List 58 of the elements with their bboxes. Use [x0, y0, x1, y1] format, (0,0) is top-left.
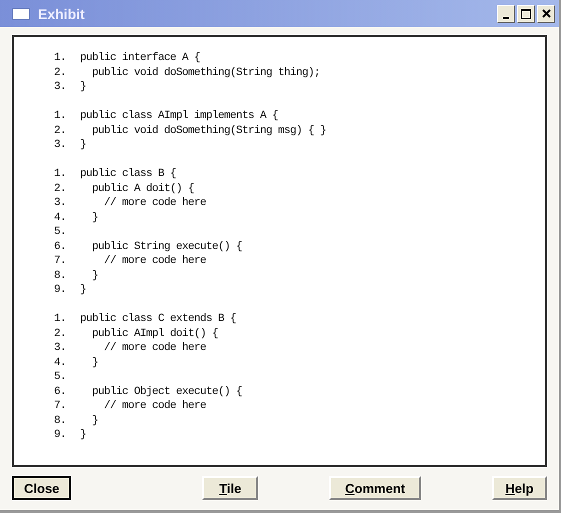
line-number: 1. [54, 312, 68, 326]
code-line: public Object execute() { [91, 384, 242, 399]
line-number: 2. [54, 66, 68, 80]
line-number: 2. [54, 182, 68, 196]
close-button[interactable] [537, 4, 555, 22]
code-line: public void doSomething(String msg) { } [91, 124, 326, 138]
line-number: 8. [54, 414, 68, 428]
line-number: 3. [54, 138, 68, 152]
line-number: 6. [54, 384, 68, 399]
code-line: } [91, 210, 98, 225]
close-icon [542, 9, 550, 18]
line-number: 3. [54, 341, 68, 356]
maximize-icon [521, 8, 531, 18]
code-line: // more code here [103, 196, 206, 210]
window-title: Exhibit [38, 6, 86, 22]
line-number: 7. [54, 254, 68, 268]
code-line: } [80, 428, 86, 442]
dialog-button[interactable]: Tile [202, 476, 258, 500]
dialog-button[interactable]: Help [492, 476, 547, 500]
line-number: 4. [54, 356, 68, 370]
window-icon [12, 8, 30, 20]
code-line: public class C extends B { [80, 312, 236, 326]
dialog-button[interactable]: Comment [329, 476, 422, 500]
line-number: 1. [54, 109, 68, 124]
line-number: 2. [54, 124, 68, 138]
minimize-icon [503, 16, 509, 18]
code-line: } [80, 283, 86, 298]
line-number: 1. [54, 51, 68, 66]
code-line: public AImpl doit() { [91, 326, 218, 341]
line-number: 9. [54, 283, 68, 298]
line-number: 1. [54, 167, 68, 182]
line-number: 7. [54, 399, 68, 414]
line-number: 5. [54, 225, 68, 240]
line-number: 3. [54, 196, 68, 210]
code-line: public String execute() { [91, 240, 242, 254]
dialog-button[interactable]: Close [12, 476, 72, 500]
code-line: } [91, 356, 98, 370]
code-line: // more code here [103, 399, 206, 414]
code-line: } [80, 138, 86, 152]
code-line: } [80, 80, 86, 94]
minimize-button[interactable] [497, 4, 515, 22]
line-number: 4. [54, 210, 68, 225]
line-number: 5. [54, 370, 68, 384]
maximize-button[interactable] [517, 4, 535, 22]
code-line: public class B { [80, 167, 176, 182]
code-line: // more code here [103, 254, 206, 268]
line-number: 6. [54, 240, 68, 254]
code-line: public void doSomething(String thing); [91, 66, 320, 80]
code-line: // more code here [103, 341, 206, 356]
line-number: 8. [54, 268, 68, 283]
code-line: public interface A { [80, 51, 200, 66]
code-line: } [91, 414, 98, 428]
code-line: public A doit() { [91, 182, 194, 196]
line-number: 3. [54, 80, 68, 94]
code-line: public class AImpl implements A { [80, 109, 278, 124]
code-line: } [91, 268, 98, 283]
line-number: 9. [54, 428, 68, 442]
line-number: 2. [54, 326, 68, 341]
